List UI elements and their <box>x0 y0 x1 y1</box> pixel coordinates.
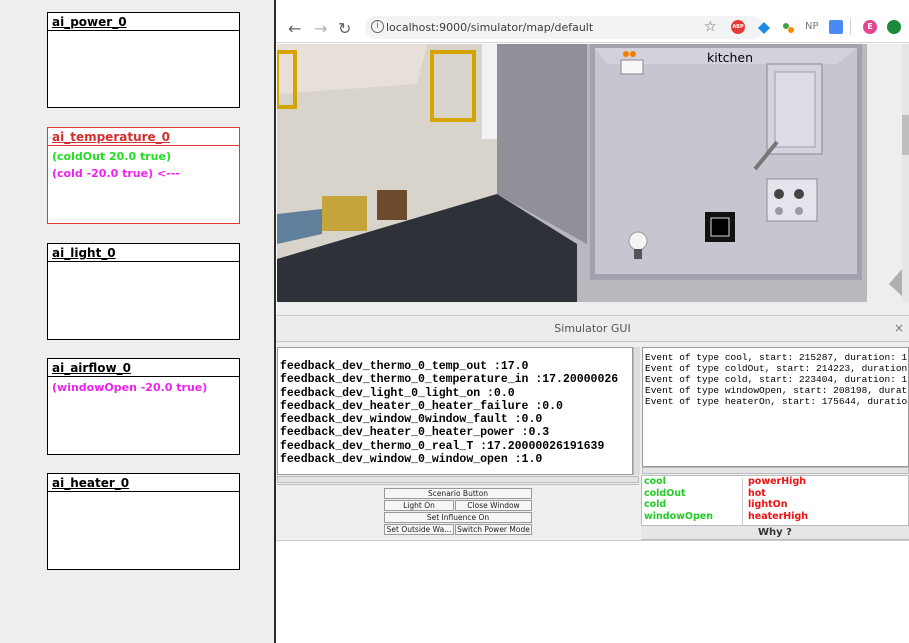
feedback-line: feedback_dev_window_0window_fault :0.0 <box>280 413 543 427</box>
switch-power-button[interactable]: Switch Power Mode <box>455 524 532 535</box>
info-icon[interactable]: i <box>371 20 384 33</box>
event-line: Event of type cold, start: 223404, durat… <box>645 374 909 385</box>
events-scrollbar[interactable] <box>642 467 909 474</box>
set-outside-button[interactable]: Set Outside Wa... <box>384 524 454 535</box>
set-influence-button[interactable]: Set Influence On <box>384 512 532 523</box>
feedback-scrollbar[interactable] <box>633 347 640 475</box>
hypotheses-left: cool coldOut cold windowOpen <box>644 476 713 522</box>
hypothesis-item[interactable]: cool <box>644 476 713 488</box>
event-line: Event of type cool, start: 215287, durat… <box>645 352 909 363</box>
light-on-button[interactable]: Light On <box>384 500 454 511</box>
close-icon[interactable]: × <box>894 321 904 335</box>
event-line: Event of type heaterOn, start: 175644, d… <box>645 396 909 407</box>
hypotheses-right: powerHigh hot lightOn heaterHigh <box>748 476 808 522</box>
forward-arrow-icon[interactable]: → <box>314 19 327 38</box>
ai-box-temperature: ai_temperature_0 (coldOut 20.0 true) (co… <box>47 127 240 224</box>
hypothesis-item[interactable]: powerHigh <box>748 476 808 488</box>
feedback-line: feedback_dev_light_0_light_on :0.0 <box>280 386 515 400</box>
simulator-title: Simulator GUI <box>554 322 631 335</box>
feedback-line: feedback_dev_thermo_0_temperature_in :17… <box>280 373 619 387</box>
back-arrow-icon[interactable]: ← <box>288 19 301 38</box>
feedback-hscrollbar[interactable] <box>277 476 639 483</box>
ai-box-light: ai_light_0 <box>47 243 240 340</box>
feedback-panel: feedback_dev_thermo_0_temp_out :17.0 fee… <box>277 347 633 475</box>
ai-box-airflow: ai_airflow_0 (windowOpen -20.0 true) <box>47 358 240 455</box>
close-window-button[interactable]: Close Window <box>455 500 532 511</box>
floor-map-drawing <box>277 44 902 302</box>
hypothesis-item[interactable]: cold <box>644 499 713 511</box>
map-scrollbar-thumb[interactable] <box>902 115 909 155</box>
events-panel: Event of type cool, start: 215287, durat… <box>642 347 909 467</box>
event-line: Event of type windowOpen, start: 208198,… <box>645 385 909 396</box>
feedback-line: feedback_dev_heater_0_heater_power :0.3 <box>280 426 550 440</box>
hypothesis-item[interactable]: windowOpen <box>644 511 713 523</box>
reload-icon[interactable]: ↻ <box>338 19 351 38</box>
feedback-line: feedback_dev_window_0_window_open :1.0 <box>280 453 543 467</box>
profile-icon[interactable]: E <box>863 20 877 34</box>
ai-panel: ai_power_0 ai_temperature_0 (coldOut 20.… <box>0 0 274 643</box>
simulator-titlebar: Simulator GUI × <box>276 316 909 342</box>
map-bottom-bar <box>277 302 909 316</box>
control-buttons: Scenario Button Light On Close Window Se… <box>277 484 639 538</box>
url-text[interactable]: localhost:9000/simulator/map/default <box>386 21 593 34</box>
ai-box-title: ai_airflow_0 <box>48 359 239 377</box>
hypothesis-item[interactable]: coldOut <box>644 488 713 500</box>
map-scrollbar[interactable] <box>902 44 909 302</box>
simulator-bottom-border <box>276 540 909 541</box>
feedback-line: feedback_dev_heater_0_heater_failure :0.… <box>280 399 563 413</box>
abp-icon[interactable]: ABP <box>731 20 745 34</box>
ai-box-power: ai_power_0 <box>47 12 240 108</box>
hypotheses-divider <box>742 478 743 528</box>
floor-map[interactable]: kitchen <box>277 44 909 302</box>
ai-box-title: ai_heater_0 <box>48 474 239 492</box>
hypothesis-item[interactable]: heaterHigh <box>748 511 808 523</box>
bookmark-star-icon[interactable]: ☆ <box>704 19 717 35</box>
browser-toolbar: ← → ↻ i localhost:9000/simulator/map/def… <box>276 12 909 43</box>
ai-box-title: ai_power_0 <box>48 13 239 31</box>
screen: ai_power_0 ai_temperature_0 (coldOut 20.… <box>0 0 909 643</box>
scenario-button[interactable]: Scenario Button <box>384 488 532 499</box>
extension-icon[interactable] <box>781 20 795 34</box>
feedback-line: feedback_dev_thermo_0_real_T :17.2000002… <box>280 439 605 453</box>
hypothesis-item[interactable]: lightOn <box>748 499 808 511</box>
ai-box-title: ai_temperature_0 <box>48 128 239 146</box>
room-label: kitchen <box>707 50 754 65</box>
ai-box-title: ai_light_0 <box>48 244 239 262</box>
why-button[interactable]: Why ? <box>641 525 909 539</box>
np-extension-icon[interactable]: NP <box>805 21 819 32</box>
feedback-line: feedback_dev_thermo_0_temp_out :17.0 <box>280 360 529 373</box>
ai-rule-line: (coldOut 20.0 true) <box>52 150 171 163</box>
translate-icon[interactable] <box>829 20 843 34</box>
ai-rule-line: (windowOpen -20.0 true) <box>52 381 208 394</box>
hypothesis-item[interactable]: hot <box>748 488 808 500</box>
ai-box-heater: ai_heater_0 <box>47 473 240 570</box>
extension-icon[interactable] <box>757 20 771 34</box>
extension-icon[interactable] <box>887 20 901 34</box>
ai-rule-line: (cold -20.0 true) <--- <box>52 167 180 180</box>
toolbar-separator <box>850 19 851 35</box>
event-line: Event of type coldOut, start: 214223, du… <box>645 363 909 374</box>
